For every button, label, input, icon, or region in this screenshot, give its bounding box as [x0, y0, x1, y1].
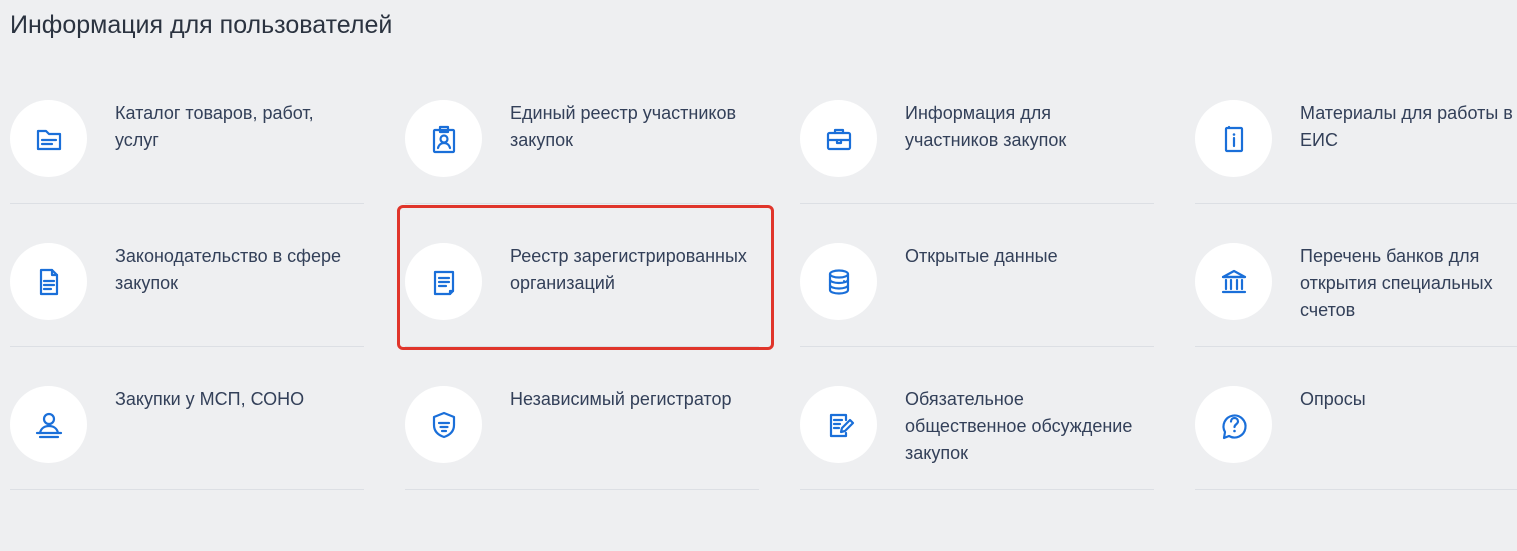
tile-label: Независимый регистратор [510, 389, 732, 409]
briefcase-icon [826, 128, 851, 150]
tile-label: Опросы [1300, 389, 1366, 409]
edit-document-icon [829, 413, 854, 437]
tile-organizations-register[interactable]: Реестр зарегистрированных организаций [405, 243, 759, 347]
tile-label: Реестр зарегистрированных организаций [510, 246, 747, 293]
divider [800, 346, 1154, 347]
tile-label: Обязательное общественное обсуждение зак… [905, 389, 1133, 463]
tile-banks-list[interactable]: Перечень банков для открытия специальных… [1195, 243, 1517, 347]
tile-icon-circle [1195, 243, 1272, 320]
divider [10, 489, 364, 490]
tile-label: Единый реестр участников закупок [510, 103, 737, 150]
question-circle-icon [1221, 413, 1247, 439]
tile-label: Законодательство в сфере закупок [115, 246, 342, 293]
tile-label: Материалы для работы в ЕИС [1300, 103, 1513, 150]
tile-label: Закупки у МСП, СОНО [115, 389, 305, 409]
tile-icon-circle [10, 243, 87, 320]
page-title: Информация для пользователей [10, 11, 393, 39]
divider [405, 346, 759, 347]
document-icon [39, 268, 58, 295]
divider [1195, 489, 1517, 490]
tile-icon-circle [405, 243, 482, 320]
tile-icon-circle [405, 100, 482, 177]
tile-open-data[interactable]: Открытые данные [800, 243, 1154, 347]
tile-icon-circle [800, 386, 877, 463]
divider [800, 489, 1154, 490]
tile-goods-catalog[interactable]: Каталог товаров, работ, услуг [10, 100, 364, 204]
tile-icon-circle [800, 100, 877, 177]
tile-icon-circle [1195, 386, 1272, 463]
tile-surveys[interactable]: Опросы [1195, 386, 1517, 490]
user-info-grid: Каталог товаров, работ, услуг Единый рее… [10, 100, 1517, 500]
divider [1195, 203, 1517, 204]
tile-public-discussion[interactable]: Обязательное общественное обсуждение зак… [800, 386, 1154, 490]
tile-icon-circle [405, 386, 482, 463]
tile-participants-info[interactable]: Информация для участников закупок [800, 100, 1154, 204]
info-book-icon [1224, 125, 1243, 152]
divider [800, 203, 1154, 204]
tile-icon-circle [10, 386, 87, 463]
divider [405, 203, 759, 204]
register-document-icon [433, 270, 454, 295]
divider [405, 489, 759, 490]
bank-icon [1221, 269, 1246, 293]
id-badge-icon [432, 125, 455, 153]
tile-icon-circle [10, 100, 87, 177]
database-icon [828, 268, 849, 295]
tile-independent-registrar[interactable]: Независимый регистратор [405, 386, 759, 490]
divider [1195, 346, 1517, 347]
tile-icon-circle [1195, 100, 1272, 177]
tile-label: Информация для участников закупок [905, 103, 1067, 150]
tile-eis-materials[interactable]: Материалы для работы в ЕИС [1195, 100, 1517, 204]
tile-label: Перечень банков для открытия специальных… [1300, 246, 1493, 320]
tile-participants-register[interactable]: Единый реестр участников закупок [405, 100, 759, 204]
tile-label: Открытые данные [905, 246, 1058, 266]
divider [10, 346, 364, 347]
folder-icon [36, 129, 61, 150]
tile-label: Каталог товаров, работ, услуг [115, 103, 314, 150]
user-on-stand-icon [35, 412, 62, 438]
divider [10, 203, 364, 204]
tile-icon-circle [800, 243, 877, 320]
shield-icon [432, 411, 455, 438]
tile-legislation[interactable]: Законодательство в сфере закупок [10, 243, 364, 347]
tile-sme-procurement[interactable]: Закупки у МСП, СОНО [10, 386, 364, 490]
